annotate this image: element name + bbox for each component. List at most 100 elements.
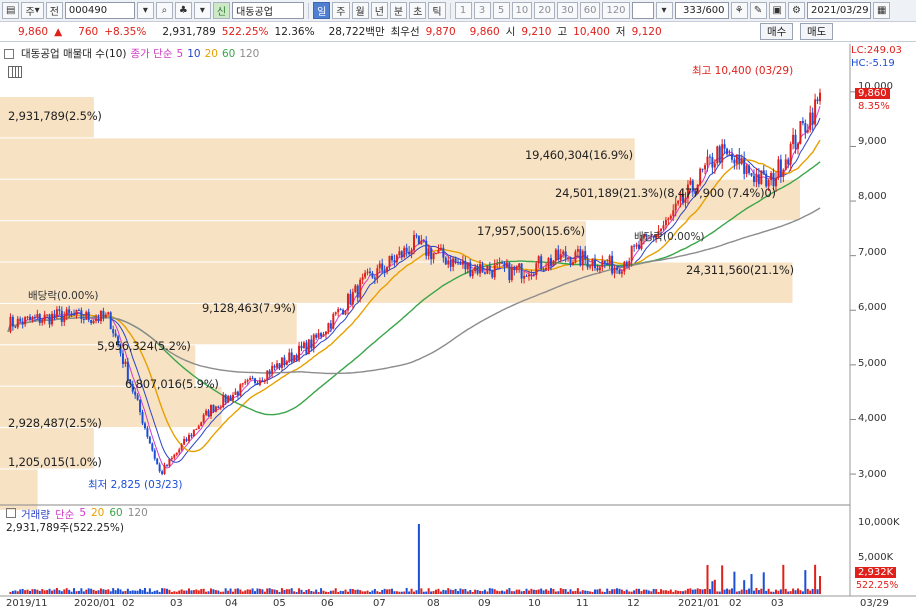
volume-bar <box>390 588 393 594</box>
candle-body <box>190 434 193 437</box>
candle-body <box>750 173 753 176</box>
candle-body <box>249 378 252 380</box>
candle-body <box>589 266 592 268</box>
candle-body <box>173 454 176 458</box>
volume-bar <box>784 588 787 594</box>
volume-bar <box>307 589 310 594</box>
volume-bar <box>217 590 220 594</box>
candle-body <box>161 471 164 474</box>
volume-bar <box>535 589 538 594</box>
volume-bar <box>623 591 626 594</box>
volume-bar <box>794 590 797 594</box>
volume-bar <box>652 588 655 594</box>
candle-body <box>395 255 398 263</box>
candle-body <box>236 391 239 396</box>
volume-bar <box>165 588 168 594</box>
volume-bar <box>405 588 408 594</box>
candle-body <box>227 395 230 403</box>
volume-bar <box>513 591 516 594</box>
volume-bar <box>180 589 183 594</box>
candle-body <box>755 174 758 183</box>
candle-body <box>447 260 450 265</box>
candle-body <box>789 144 792 165</box>
candle-body <box>31 317 34 320</box>
profile-label-7: 5,956,324(5.2%) <box>97 339 191 353</box>
candle-body <box>80 310 83 319</box>
profile-label-6: 9,128,463(7.9%) <box>202 301 296 315</box>
candle-body <box>422 240 425 242</box>
volume-bar <box>268 588 271 594</box>
volume-bar <box>344 589 347 594</box>
price-tick: 9,000 <box>858 136 887 147</box>
candle-body <box>114 333 117 337</box>
volume-bar <box>65 588 68 594</box>
candle-body <box>527 274 530 277</box>
candle-body <box>151 443 154 451</box>
candle-body <box>65 309 68 316</box>
volume-bar <box>41 589 44 594</box>
candle-body <box>415 235 418 237</box>
volume-bar <box>386 589 389 594</box>
volume-bar <box>302 591 305 594</box>
candle-body <box>743 158 746 174</box>
candle-body <box>806 129 809 133</box>
volume-bar <box>667 590 670 594</box>
candle-body <box>752 175 755 183</box>
volume-bar <box>427 588 430 594</box>
candle-body <box>579 249 582 266</box>
volume-bar <box>542 590 545 594</box>
volume-bar <box>9 591 12 594</box>
volume-bar <box>295 591 298 594</box>
candle-body <box>222 394 225 408</box>
candle-body <box>165 465 168 467</box>
candle-body <box>24 317 27 325</box>
volume-checkbox[interactable] <box>6 508 16 518</box>
x-tick: 2020/01 <box>74 598 116 609</box>
volume-bar <box>745 589 748 594</box>
candle-body <box>459 262 462 265</box>
candle-body <box>14 326 17 328</box>
candle-body <box>581 251 584 266</box>
candle-body <box>185 439 188 442</box>
volume-bar <box>24 590 27 594</box>
candle-body <box>664 219 667 226</box>
volume-bar <box>58 590 61 594</box>
x-tick: 11 <box>576 598 589 609</box>
volume-bar <box>48 588 51 594</box>
volume-bar <box>691 589 694 594</box>
candle-body <box>628 261 631 266</box>
volume-bar <box>799 590 802 594</box>
candle-body <box>638 244 641 249</box>
volume-bar <box>579 591 582 594</box>
candle-body <box>361 277 364 280</box>
volume-bar <box>772 591 775 594</box>
candle-body <box>403 247 406 258</box>
low-annotation: 최저 2,825 (03/23) <box>88 479 183 491</box>
candle-body <box>677 200 680 204</box>
candle-body <box>713 163 716 168</box>
volume-bar <box>677 590 680 594</box>
volume-bar <box>185 590 188 594</box>
candle-body <box>21 321 24 325</box>
candle-body <box>90 320 93 324</box>
candle-body <box>474 266 477 272</box>
volume-bar <box>368 591 371 594</box>
candle-body <box>46 314 49 316</box>
price-tick: 3,000 <box>858 469 887 480</box>
volume-bar <box>112 588 115 594</box>
candle-body <box>611 255 614 274</box>
candle-body <box>508 262 511 281</box>
volume-bar <box>633 590 636 594</box>
volume-bar <box>413 591 415 594</box>
candle-body <box>241 383 244 385</box>
candle-body <box>285 361 288 365</box>
volume-bar <box>210 588 212 594</box>
candle-body <box>82 318 85 320</box>
profile-label-2: 19,460,304(16.9%) <box>525 148 633 162</box>
volume-bar <box>569 589 572 594</box>
candle-body <box>726 148 729 155</box>
volume-bar <box>200 589 203 594</box>
candle-body <box>518 263 521 268</box>
x-tick: 03/29 <box>860 598 889 609</box>
volume-bar <box>146 591 149 594</box>
